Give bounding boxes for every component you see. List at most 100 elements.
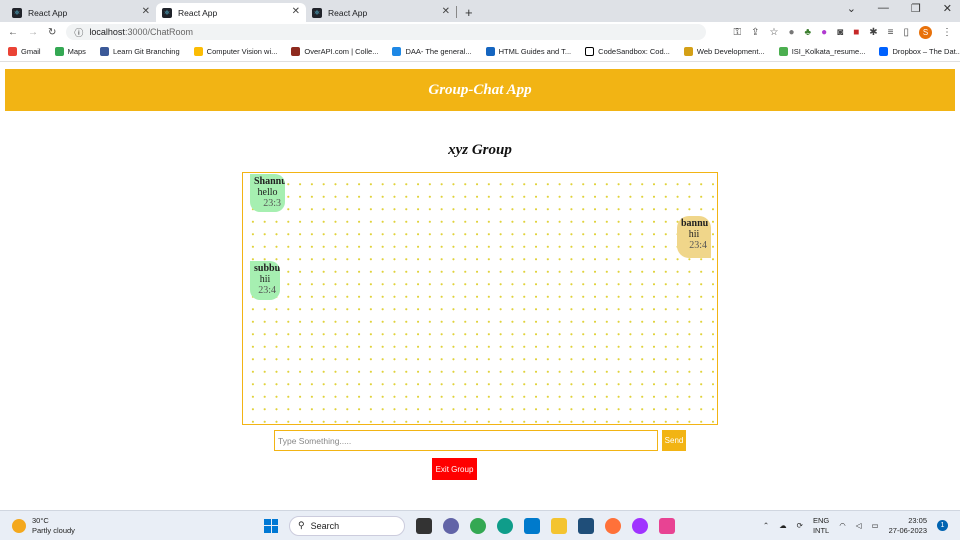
bookmark-cv[interactable]: Computer Vision wi... [193,47,277,56]
git-icon [99,47,109,56]
date: 27-06-2023 [888,525,927,535]
bookmark-daa[interactable]: DAA- The general... [392,47,472,56]
exit-group-button[interactable]: Exit Group [432,458,477,480]
menu-icon[interactable]: ⋮ [942,27,952,38]
messenger-icon[interactable] [632,517,648,534]
git-kraken-icon[interactable] [659,517,675,534]
browser-tab-3[interactable]: ⚛ React App ✕ [306,3,456,22]
message-text: hello [257,187,278,198]
minimize-icon[interactable]: — [878,2,889,15]
message-time: 23:4 [258,285,276,296]
new-tab-icon[interactable]: + [465,5,473,20]
daa-icon [392,47,402,56]
taskbar-search[interactable]: ⚲ Search [289,515,405,536]
chat-messages-area[interactable]: Shannu hello 23:3 bannu hii 23:4 subbu h… [242,172,718,425]
store-icon[interactable] [578,517,594,534]
window-controls: ⌄ — ❐ ✕ [847,2,952,15]
forward-icon[interactable]: → [28,27,38,38]
chrome-icon[interactable] [470,517,486,534]
bookmark-html[interactable]: HTML Guides and T... [485,47,571,56]
teams-icon[interactable] [443,517,459,534]
file-explorer-icon[interactable] [551,517,567,534]
puzzle-icon[interactable]: ✱ [869,27,877,38]
url-host: localhost [89,27,125,37]
send-button[interactable]: Send [662,430,686,451]
react-favicon-icon: ⚛ [12,7,22,18]
app-header: Group-Chat App [5,69,955,111]
extension-icon[interactable]: ♣ [805,27,812,38]
message-composer: Send [274,430,686,451]
maps-icon [54,47,64,56]
codesandbox-icon [585,47,595,56]
share-icon[interactable]: ⇪ [751,27,759,38]
message-sender: bannu [681,218,709,229]
task-view-icon[interactable] [416,517,432,534]
bookmarks-bar: Gmail Maps Learn Git Branching Computer … [0,42,960,62]
bookmark-codesandbox[interactable]: CodeSandbox: Cod... [585,47,670,56]
back-icon[interactable]: ← [8,27,18,38]
extension-icon[interactable]: ● [789,27,795,38]
url-path: :3000/ChatRoom [124,27,193,37]
bookmark-git[interactable]: Learn Git Branching [99,47,180,56]
tab-search-icon[interactable]: ⌄ [847,2,856,15]
vscode-icon[interactable] [524,517,540,534]
url-field[interactable]: ⓘ localhost:3000/ChatRoom [66,24,707,40]
cloud-icon[interactable]: ☁ [779,521,787,530]
react-favicon-icon: ⚛ [162,7,172,18]
wifi-icon[interactable]: ◠ [839,521,846,530]
bookmark-isi[interactable]: ISI_Kolkata_resume... [778,47,865,56]
dropbox-icon [879,47,889,56]
close-tab-icon[interactable]: ✕ [142,6,150,17]
bookmark-overapi[interactable]: OverAPI.com | Colle... [291,47,378,56]
close-tab-icon[interactable]: ✕ [442,6,450,17]
camera-icon[interactable]: ◙ [837,27,843,38]
bookmark-webdev[interactable]: Web Development... [683,47,765,56]
tab-label: React App [328,7,368,18]
browser-tab-bar: ⚛ React App ✕ ⚛ React App ✕ ⚛ React App … [0,0,960,22]
restore-icon[interactable]: ❐ [911,2,921,15]
windows-start-icon[interactable] [264,518,278,533]
message-sender: Shannu [254,176,285,187]
tab-separator [456,6,457,18]
battery-icon[interactable]: ▭ [872,521,879,530]
volume-icon[interactable]: ◁ [856,521,862,530]
bookmark-star-icon[interactable]: ☆ [770,27,779,38]
close-window-icon[interactable]: ✕ [943,2,952,15]
message-time: 23:4 [689,240,707,251]
bookmark-gmail[interactable]: Gmail [8,47,41,56]
edge-icon[interactable] [497,517,513,534]
chevron-up-icon[interactable]: ⌃ [763,521,769,530]
chat-message: subbu hii 23:4 [250,261,280,300]
system-tray: ⌃ ☁ ⟳ ENG INTL ◠ ◁ ▭ 23:05 27-06-2023 1 [763,516,948,536]
playlist-icon[interactable]: ≡ [888,27,894,38]
search-icon: ⚲ [298,520,305,530]
react-favicon-icon: ⚛ [312,7,322,18]
profile-avatar[interactable]: S [919,25,932,39]
sync-icon[interactable]: ⟳ [797,521,803,530]
sidebar-icon[interactable]: ▯ [903,27,909,38]
site-info-icon[interactable]: ⓘ [74,26,83,39]
firefox-icon[interactable] [605,517,621,534]
close-tab-icon[interactable]: ✕ [292,6,300,17]
reload-icon[interactable]: ↻ [48,27,56,38]
weather-widget[interactable]: 30°C Partly cloudy [12,516,75,536]
message-text: hii [259,274,271,285]
bookmark-dropbox[interactable]: Dropbox – The Dat... [879,47,960,56]
bookmark-maps[interactable]: Maps [54,47,86,56]
isi-icon [778,47,788,56]
browser-tab-2[interactable]: ⚛ React App ✕ [156,3,306,22]
html-icon [485,47,495,56]
os-taskbar: 30°C Partly cloudy ⚲ Search ⌃ ☁ ⟳ ENG IN… [0,510,960,540]
extension-icon[interactable]: ■ [853,27,859,38]
group-title: xyz Group [448,142,512,158]
clock[interactable]: 23:05 27-06-2023 [889,516,927,536]
key-icon[interactable]: ⚿ [734,27,742,38]
browser-tab-1[interactable]: ⚛ React App ✕ [6,3,156,22]
language-indicator[interactable]: ENG INTL [813,516,829,536]
notification-badge[interactable]: 1 [937,520,948,531]
search-label: Search [310,520,340,531]
weather-icon [12,518,26,533]
message-time: 23:3 [263,198,281,209]
message-input[interactable] [274,430,658,451]
extension-icon[interactable]: ● [821,27,827,38]
